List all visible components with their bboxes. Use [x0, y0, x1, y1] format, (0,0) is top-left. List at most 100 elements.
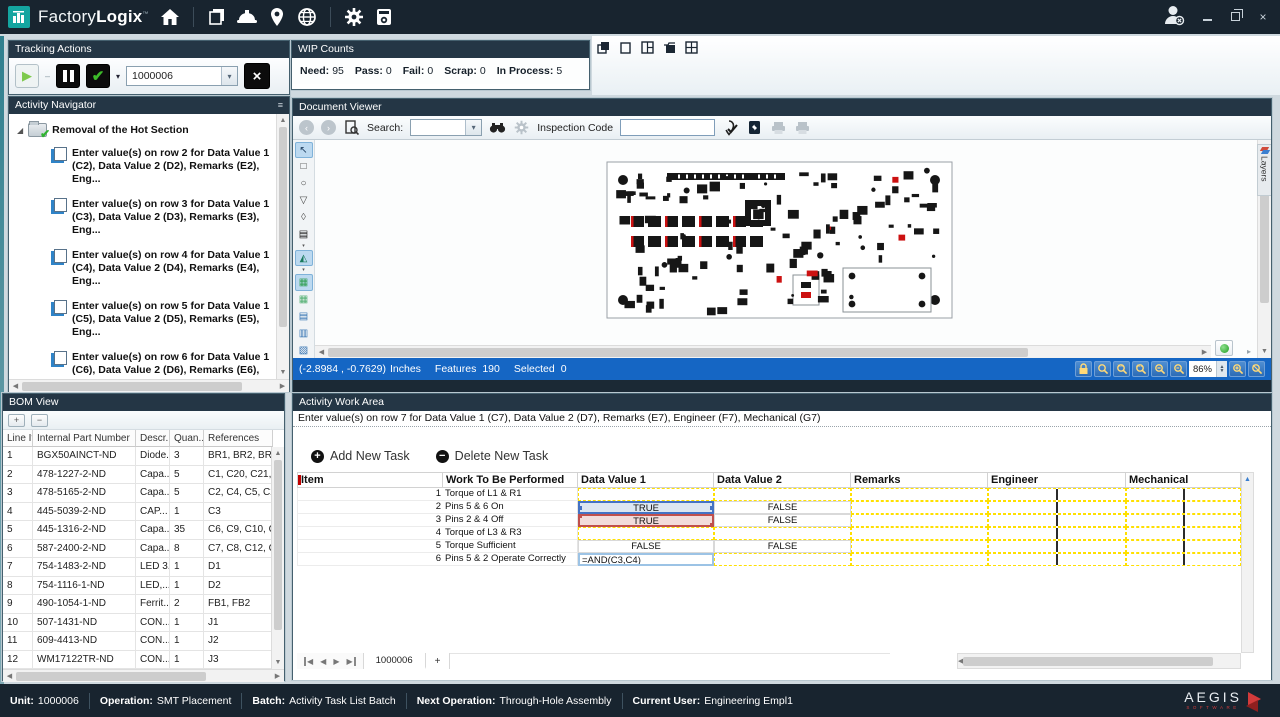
data-value-2-cell[interactable]: FALSE [714, 501, 851, 514]
scrollbar-thumb[interactable] [328, 348, 1028, 357]
bom-table-row[interactable]: 1BGX50AINCT-NDDiode...3BR1, BR2, BR3 [3, 447, 284, 466]
bom-table-row[interactable]: 5445-1316-2-NDCapa...35C6, C9, C10, C11,… [3, 521, 284, 540]
spreadsheet-row[interactable]: 3Pins 2 & 4 OffTRUEFALSE [297, 514, 1241, 527]
mechanical-checkbox-cell[interactable] [1126, 501, 1241, 514]
engineer-checkbox[interactable] [1056, 501, 1058, 514]
spreadsheet-column-header[interactable]: Remarks [851, 472, 988, 488]
corner-expander-icon[interactable]: ▸ [1247, 347, 1251, 356]
scroll-up-icon[interactable]: ▲ [1242, 473, 1253, 486]
print-icon[interactable] [770, 119, 787, 136]
paint-dropdown-icon[interactable]: ▾ [295, 267, 313, 273]
pin-check-icon[interactable] [722, 119, 739, 136]
engineer-checkbox-cell[interactable] [988, 514, 1126, 527]
select-cursor-tool-icon[interactable]: ↖ [295, 142, 313, 158]
engineer-checkbox[interactable] [1056, 540, 1058, 553]
grid-windows-icon[interactable] [685, 41, 698, 54]
tree-item-task[interactable]: Enter value(s) on row 2 for Data Value 1… [9, 141, 289, 192]
mechanical-checkbox[interactable] [1183, 501, 1185, 514]
document-check-tool-icon[interactable]: ▧ [295, 342, 313, 358]
remarks-cell[interactable] [851, 488, 988, 501]
bom-table-row[interactable]: 9490-1054-1-NDFerrit...2FB1, FB2 [3, 595, 284, 614]
bom-table-row[interactable]: 2478-1227-2-NDCapa...5C1, C20, C21, C22, [3, 466, 284, 485]
spinner-arrows-icon[interactable]: ▲▼ [1216, 361, 1227, 377]
mechanical-checkbox[interactable] [1183, 527, 1185, 540]
tile-windows-icon[interactable] [641, 41, 654, 54]
unit-select[interactable]: 1000006 ▾ [126, 66, 238, 86]
engineer-checkbox[interactable] [1056, 514, 1058, 527]
paint-tool-icon[interactable]: ◭ [295, 250, 313, 266]
fit-view-button[interactable] [1215, 340, 1233, 356]
bom-table-row[interactable]: 12WM17122TR-NDCON...1J3 [3, 651, 284, 670]
current-user-icon[interactable] [1162, 4, 1186, 31]
panel-menu-icon[interactable]: ≡ [278, 97, 283, 114]
tree-item-task[interactable]: Enter value(s) on row 5 for Data Value 1… [9, 294, 289, 345]
globe-icon[interactable] [292, 5, 322, 29]
data-value-2-cell[interactable] [714, 527, 851, 540]
inspection-code-input[interactable] [620, 119, 715, 136]
scroll-down-icon[interactable]: ▼ [277, 366, 289, 379]
data-value-2-cell[interactable] [714, 488, 851, 501]
start-tracking-button[interactable]: ▶ [15, 64, 39, 88]
remarks-cell[interactable] [851, 501, 988, 514]
polygon-select-tool-icon[interactable]: ▽ [295, 193, 313, 209]
zoom-in-button[interactable] [1229, 361, 1246, 377]
engineer-checkbox-cell[interactable] [988, 488, 1126, 501]
grid-list-tool-icon[interactable]: ▦ [295, 292, 313, 308]
mechanical-checkbox[interactable] [1183, 553, 1185, 566]
tree-item-task[interactable]: Enter value(s) on row 6 for Data Value 1… [9, 345, 289, 379]
bom-column-header[interactable]: References [204, 430, 273, 447]
data-value-1-cell[interactable]: TRUE [578, 501, 714, 514]
zoom-previous-button[interactable] [1170, 361, 1187, 377]
mechanical-checkbox-cell[interactable] [1126, 527, 1241, 540]
zoom-level-spinner[interactable]: 86% ▲▼ [1189, 361, 1227, 377]
rect-select-tool-icon[interactable]: □ [295, 159, 313, 175]
close-button[interactable]: × [1256, 10, 1270, 24]
data-value-1-cell[interactable] [578, 527, 714, 540]
layers-dropdown-icon[interactable]: ▾ [295, 243, 313, 249]
sheet-navigation-buttons[interactable]: ◀ ◀ ▶ ▶ [297, 653, 364, 669]
cascade-windows-icon[interactable] [597, 41, 610, 54]
previous-sheet-icon[interactable]: ◀ [320, 657, 326, 666]
data-value-1-cell[interactable]: TRUE [578, 514, 714, 527]
bom-table-row[interactable]: 8754-1116-1-NDLED,...1D2 [3, 577, 284, 596]
float-window-icon[interactable] [619, 41, 632, 54]
data-value-2-cell[interactable]: FALSE [714, 540, 851, 553]
lasso-select-tool-icon[interactable]: ○ [295, 176, 313, 192]
bom-table-row[interactable]: 6587-2400-2-NDCapa...8C7, C8, C12, C14, … [3, 540, 284, 559]
bom-column-header[interactable]: Line It... [3, 430, 33, 447]
bom-table-row[interactable]: 3478-5165-2-NDCapa...5C2, C4, C5, C24, C… [3, 484, 284, 503]
scroll-up-icon[interactable]: ▲ [277, 114, 289, 127]
spreadsheet-column-header[interactable]: Data Value 1 [578, 472, 714, 488]
scrollbar-thumb[interactable] [274, 460, 282, 630]
location-pin-icon[interactable] [262, 5, 292, 29]
scroll-left-icon[interactable]: ◀ [315, 346, 328, 359]
export-document-tool-icon[interactable]: ▤ [295, 308, 313, 324]
complete-dropdown-icon[interactable]: ▾ [116, 72, 120, 81]
search-select[interactable]: ▾ [410, 119, 482, 136]
last-sheet-icon[interactable]: ▶ [346, 657, 355, 666]
delete-new-task-button[interactable]: −Delete New Task [436, 449, 549, 463]
navigator-horizontal-scrollbar[interactable]: ◀ ▶ [9, 379, 289, 392]
data-value-2-cell[interactable]: FALSE [714, 514, 851, 527]
add-sheet-button[interactable]: + [426, 653, 451, 669]
print-preview-icon[interactable] [794, 119, 811, 136]
spreadsheet-row[interactable]: 6Pins 5 & 2 Operate Correctly=AND(C3,C4) [297, 553, 1241, 566]
remarks-cell[interactable] [851, 514, 988, 527]
spreadsheet-row[interactable]: 5Torque SufficientFALSEFALSE [297, 540, 1241, 553]
zoom-all-button[interactable]: ALL [1132, 361, 1149, 377]
zoom-out-button[interactable] [1151, 361, 1168, 377]
mechanical-checkbox[interactable] [1183, 514, 1185, 527]
grid-view-tool-icon[interactable]: ▦ [295, 274, 313, 290]
remarks-cell[interactable] [851, 527, 988, 540]
data-value-2-cell[interactable] [714, 553, 851, 566]
new-window-group-icon[interactable] [663, 41, 676, 54]
bom-vertical-scrollbar[interactable]: ▲ ▼ [271, 447, 284, 669]
navigator-vertical-scrollbar[interactable]: ▲ ▼ [276, 114, 289, 379]
spreadsheet-row[interactable]: 4Torque of L3 & R3 [297, 527, 1241, 540]
scroll-left-icon[interactable]: ◀ [9, 380, 22, 393]
mechanical-checkbox-cell[interactable] [1126, 514, 1241, 527]
restore-button[interactable] [1228, 10, 1242, 24]
import-document-tool-icon[interactable]: ▥ [295, 325, 313, 341]
bom-table-row[interactable]: 10507-1431-NDCON...1J1 [3, 614, 284, 633]
engineer-checkbox-cell[interactable] [988, 501, 1126, 514]
